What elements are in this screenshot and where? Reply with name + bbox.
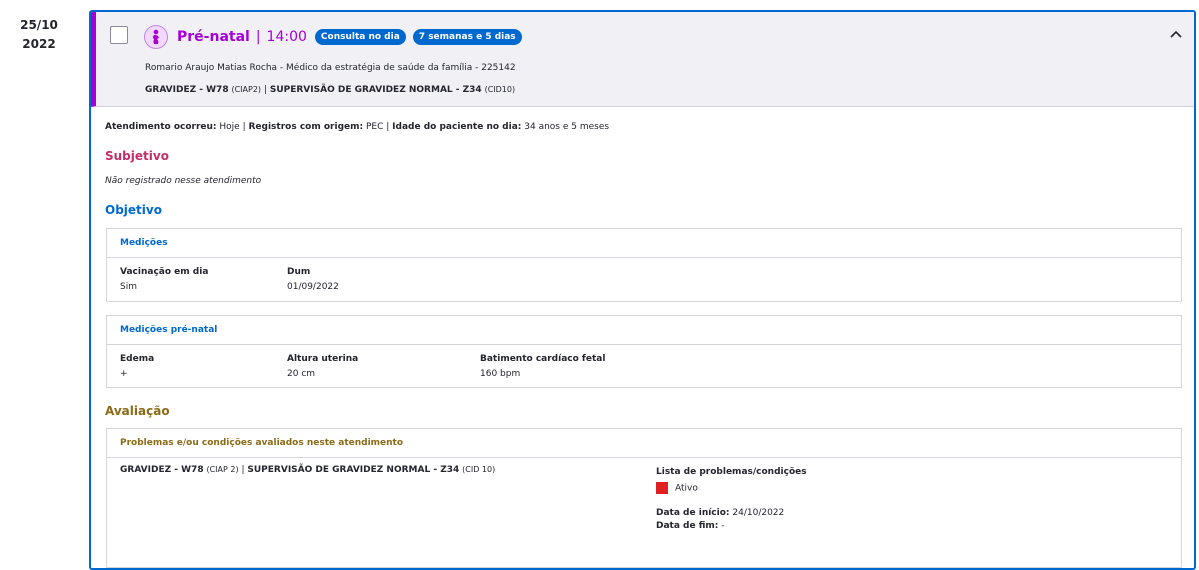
diag-b: SUPERVISÃO DE GRAVIDEZ NORMAL - Z34 xyxy=(247,465,460,475)
chevron-up-icon[interactable] xyxy=(1170,26,1182,42)
meta-value-3: 34 anos e 5 meses xyxy=(524,122,610,132)
field-label: Edema xyxy=(120,354,155,364)
record-date: 25/10 2022 xyxy=(9,16,69,54)
diag-a-code: (CIAP2) xyxy=(231,85,262,94)
problem-status: Ativo xyxy=(656,482,807,494)
record-card-header[interactable]: Pré-natal | 14:00 Consulta no dia 7 sema… xyxy=(91,12,1194,107)
meta-label-3: Idade do paciente no dia: xyxy=(392,122,522,132)
diag-sep: | xyxy=(241,465,245,475)
prenatal-title: Medições pré-natal xyxy=(107,316,1181,345)
diag-b-code: (CID10) xyxy=(484,85,516,94)
meta-sep-2: | xyxy=(386,122,390,132)
field-label: Batimento cardíaco fetal xyxy=(480,354,606,364)
meta-value-2: PEC xyxy=(365,122,384,132)
record-card: Pré-natal | 14:00 Consulta no dia 7 sema… xyxy=(89,10,1196,570)
diag-a-code: (CIAP 2) xyxy=(206,465,239,474)
attendance-meta: Atendimento ocorreu: Hoje | Registros co… xyxy=(105,122,609,132)
field-value: 20 cm xyxy=(287,369,316,379)
subjetivo-note: Não registrado nesse atendimento xyxy=(105,176,262,186)
meta-label-1: Atendimento ocorreu: xyxy=(105,122,217,132)
record-date-day: 25/10 xyxy=(20,18,58,32)
section-avaliacao: Avaliação xyxy=(105,404,170,418)
diag-b: SUPERVISÃO DE GRAVIDEZ NORMAL - Z34 xyxy=(269,85,482,95)
diag-a: GRAVIDEZ - W78 xyxy=(120,465,204,475)
diag-a: GRAVIDEZ - W78 xyxy=(145,85,229,95)
medicoes-title: Medições xyxy=(107,229,1181,258)
avaliacao-box-title: Problemas e/ou condições avaliados neste… xyxy=(107,429,1181,458)
field-value: 01/09/2022 xyxy=(287,282,339,292)
record-title-row: Pré-natal | 14:00 Consulta no dia 7 sema… xyxy=(177,26,529,48)
field-vacinacao: Vacinação em dia Sim xyxy=(120,265,208,295)
record-title: Pré-natal xyxy=(177,29,250,45)
record-date-year: 2022 xyxy=(22,37,56,51)
section-objetivo: Objetivo xyxy=(105,203,162,217)
meta-sep-1: | xyxy=(242,122,246,132)
start-date: Data de início: 24/10/2022 xyxy=(656,508,807,518)
professional-info: Romario Araujo Matias Rocha - Médico da … xyxy=(145,63,516,73)
start-label: Data de início: xyxy=(656,508,730,518)
field-value: 160 bpm xyxy=(480,369,521,379)
meta-label-2: Registros com origem: xyxy=(248,122,364,132)
prenatal-box: Medições pré-natal Edema + Altura uterin… xyxy=(106,315,1182,388)
field-edema: Edema + xyxy=(120,352,154,382)
start-value: 24/10/2022 xyxy=(732,508,785,518)
problem-list-label: Lista de problemas/condições xyxy=(656,467,807,477)
prenatal-icon xyxy=(144,25,168,49)
end-value: - xyxy=(721,521,725,531)
badge-gestational-age: 7 semanas e 5 dias xyxy=(412,29,522,45)
avaliacao-box: Problemas e/ou condições avaliados neste… xyxy=(106,428,1182,568)
title-separator: | xyxy=(255,29,261,45)
meta-value-1: Hoje xyxy=(219,122,240,132)
status-swatch xyxy=(656,482,668,494)
end-date: Data de fim: - xyxy=(656,521,807,531)
header-diagnosis: GRAVIDEZ - W78 (CIAP2) | SUPERVISÃO DE G… xyxy=(145,85,515,95)
record-time: 14:00 xyxy=(266,29,307,45)
diag-sep: | xyxy=(263,85,267,95)
field-label: Altura uterina xyxy=(287,354,359,364)
field-batimento-fetal: Batimento cardíaco fetal 160 bpm xyxy=(480,352,605,382)
field-altura-uterina: Altura uterina 20 cm xyxy=(287,352,358,382)
badge-consulta: Consulta no dia xyxy=(314,29,406,45)
field-label: Dum xyxy=(287,267,311,277)
medicoes-box: Medições Vacinação em dia Sim Dum 01/09/… xyxy=(106,228,1182,302)
field-value: + xyxy=(120,369,128,379)
field-dum: Dum 01/09/2022 xyxy=(287,265,339,295)
field-value: Sim xyxy=(120,282,137,292)
end-label: Data de fim: xyxy=(656,521,719,531)
problem-list-info: Lista de problemas/condições Ativo Data … xyxy=(656,467,807,531)
select-checkbox[interactable] xyxy=(110,26,128,44)
avaliacao-diagnosis: GRAVIDEZ - W78 (CIAP 2) | SUPERVISÃO DE … xyxy=(120,465,495,475)
field-label: Vacinação em dia xyxy=(120,267,209,277)
section-subjetivo: Subjetivo xyxy=(105,149,169,163)
status-label: Ativo xyxy=(675,483,698,494)
diag-b-code: (CID 10) xyxy=(462,465,496,474)
